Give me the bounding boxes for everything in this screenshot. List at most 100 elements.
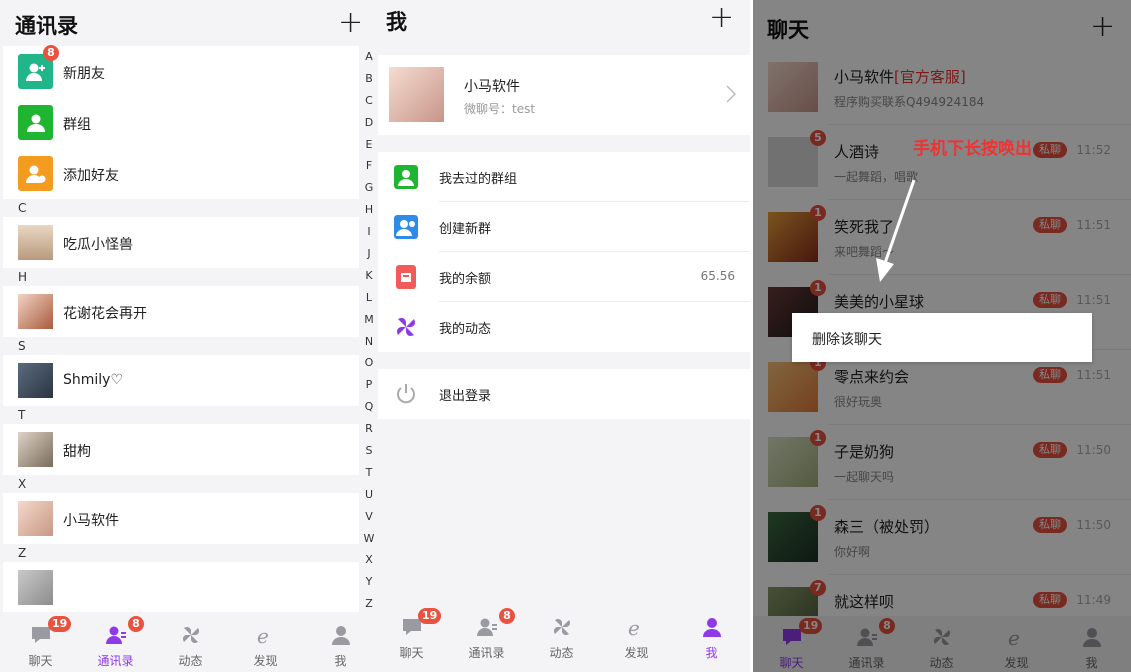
alphabet-letter[interactable]: I: [360, 221, 378, 243]
wallet-icon: [396, 265, 416, 289]
alphabet-letter[interactable]: V: [360, 506, 378, 528]
alphabet-letter[interactable]: Z: [360, 593, 378, 615]
add-button[interactable]: +: [709, 3, 734, 33]
logout-item[interactable]: 退出登录: [378, 369, 750, 419]
alphabet-letter[interactable]: R: [360, 418, 378, 440]
contact-item[interactable]: [3, 562, 359, 612]
add-friend-icon: [18, 156, 53, 191]
alphabet-letter[interactable]: G: [360, 177, 378, 199]
contact-item[interactable]: 吃瓜小怪兽: [3, 217, 359, 268]
tab-label: 聊天: [28, 654, 53, 668]
section-header: X: [3, 475, 359, 493]
section-header: T: [3, 406, 359, 424]
svg-text:e: e: [257, 624, 269, 646]
contact-name: 花谢花会再开: [63, 306, 147, 322]
tab-discover[interactable]: e 发现: [599, 606, 674, 664]
avatar: [18, 225, 53, 260]
context-menu: 删除该聊天: [792, 313, 1092, 362]
avatar: [18, 294, 53, 329]
alphabet-letter[interactable]: O: [360, 352, 378, 374]
alphabet-letter[interactable]: M: [360, 309, 378, 331]
section-header: S: [3, 337, 359, 355]
contact-name: 新朋友: [63, 66, 105, 82]
contact-item[interactable]: Shmily♡: [3, 355, 359, 406]
avatar: [18, 570, 53, 605]
annotation-arrow-icon: [876, 179, 916, 282]
menu-item-create-group[interactable]: 创建新群: [378, 202, 750, 252]
alphabet-letter[interactable]: U: [360, 484, 378, 506]
delete-chat-option[interactable]: 删除该聊天: [812, 329, 882, 349]
menu-item-balance[interactable]: 我的余额 65.56: [378, 252, 750, 302]
alphabet-letter[interactable]: K: [360, 265, 378, 287]
annotation-text: 手机下长按唤出: [913, 139, 1032, 159]
menu-item-my-groups[interactable]: 我去过的群组: [378, 152, 750, 202]
tab-moments[interactable]: 动态: [524, 606, 599, 664]
tab-label: 通讯录: [468, 646, 505, 660]
power-icon: [397, 384, 415, 404]
tab-chat[interactable]: 19 聊天: [3, 614, 78, 672]
me-icon: [332, 626, 350, 645]
groups-item[interactable]: 群组: [3, 97, 359, 148]
contact-item[interactable]: 小马软件: [3, 493, 359, 544]
alphabet-letter[interactable]: L: [360, 287, 378, 309]
tab-label: 发现: [624, 646, 649, 660]
me-icon: [703, 618, 721, 637]
logout-label: 退出登录: [439, 389, 492, 404]
add-button[interactable]: +: [338, 8, 363, 38]
alphabet-letter[interactable]: F: [360, 155, 378, 177]
page-title: 通讯录: [15, 14, 78, 38]
alphabet-letter[interactable]: W: [360, 528, 378, 550]
alphabet-letter[interactable]: Q: [360, 396, 378, 418]
alphabet-letter[interactable]: H: [360, 199, 378, 221]
contact-name: 吃瓜小怪兽: [63, 237, 133, 253]
avatar: [18, 432, 53, 467]
tab-me[interactable]: 我: [674, 606, 749, 664]
tab-chat[interactable]: 19 聊天: [378, 606, 449, 664]
contact-item[interactable]: 甜枸: [3, 424, 359, 475]
tab-moments[interactable]: 动态: [153, 614, 228, 672]
tab-label: 我: [705, 646, 718, 660]
alphabet-letter[interactable]: T: [360, 462, 378, 484]
alphabet-letter[interactable]: D: [360, 112, 378, 134]
section-header: C: [3, 199, 359, 217]
alphabet-letter[interactable]: N: [360, 331, 378, 353]
new-friends-item[interactable]: 8 新朋友: [3, 45, 359, 97]
alphabet-letter[interactable]: S: [360, 440, 378, 462]
tab-discover[interactable]: e 发现: [228, 614, 303, 672]
alphabet-letter[interactable]: Y: [360, 571, 378, 593]
chevron-right-icon: [726, 85, 736, 103]
tab-me[interactable]: 我: [303, 614, 378, 672]
alphabet-index[interactable]: A B C D E F G H I J K L M N O P Q R S T …: [360, 46, 378, 615]
section-header: H: [3, 268, 359, 286]
alphabet-letter[interactable]: P: [360, 374, 378, 396]
add-friend-item[interactable]: 添加好友: [3, 148, 359, 199]
menu-label: 我去过的群组: [439, 172, 518, 187]
tab-label: 聊天: [399, 646, 424, 660]
moments-icon: [553, 618, 571, 636]
contact-name: Shmily♡: [63, 372, 124, 388]
avatar: [18, 501, 53, 536]
discover-icon: e: [628, 616, 640, 638]
moments-icon: [397, 318, 415, 336]
svg-text:e: e: [628, 616, 640, 638]
group-icon: [18, 105, 53, 140]
alphabet-letter[interactable]: A: [360, 46, 378, 68]
contact-name: 甜枸: [63, 444, 91, 460]
menu-item-my-moments[interactable]: 我的动态: [378, 302, 750, 352]
contact-name: 群组: [63, 117, 91, 133]
menu-label: 我的余额: [439, 272, 492, 287]
alphabet-letter[interactable]: E: [360, 134, 378, 156]
contact-item[interactable]: 花谢花会再开: [3, 286, 359, 337]
alphabet-letter[interactable]: B: [360, 68, 378, 90]
tab-bar: 19 聊天 8 通讯录 动态 e 发现 我: [378, 606, 750, 664]
profile-card[interactable]: 小马软件 微聊号：test: [378, 55, 750, 135]
tab-label: 动态: [178, 654, 203, 668]
tab-contacts[interactable]: 8 通讯录: [78, 614, 153, 672]
alphabet-letter[interactable]: C: [360, 90, 378, 112]
menu-label: 我的动态: [439, 322, 492, 337]
alphabet-letter[interactable]: X: [360, 549, 378, 571]
tab-contacts[interactable]: 8 通讯录: [449, 606, 524, 664]
chat-badge: 19: [418, 608, 442, 624]
alphabet-letter[interactable]: J: [360, 243, 378, 265]
me-panel: 我 + 小马软件 微聊号：test 我去过的群组 创建新群 我的余额 65.56…: [378, 0, 750, 672]
